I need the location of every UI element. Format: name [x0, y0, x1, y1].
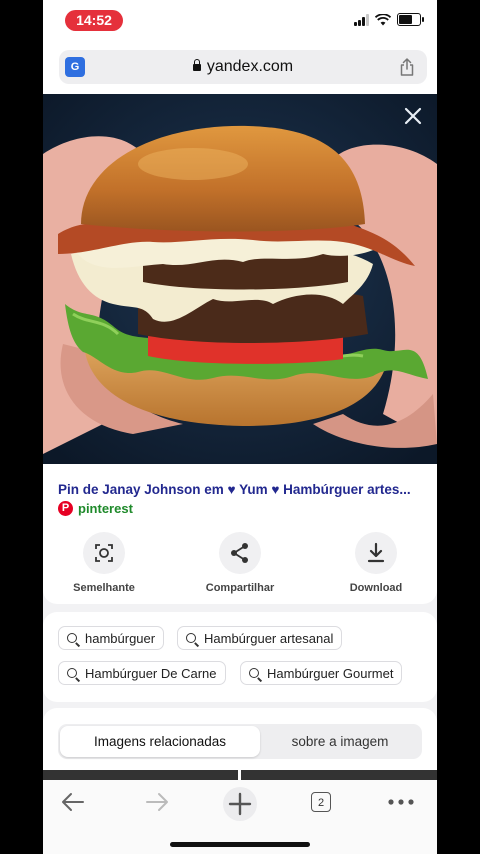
- tab-about-image[interactable]: sobre a imagem: [260, 726, 420, 757]
- home-indicator[interactable]: [170, 842, 310, 847]
- source-name: pinterest: [78, 501, 133, 516]
- wifi-icon: [375, 13, 391, 25]
- image-info-card: Pin de Janay Johnson em ♥ Yum ♥ Hambúrgu…: [43, 464, 437, 604]
- similar-label: Semelhante: [73, 582, 135, 594]
- tabs-button[interactable]: 2: [311, 792, 331, 812]
- search-icon: [67, 668, 77, 678]
- cellular-signal-icon: [354, 13, 369, 26]
- lock-icon: [192, 59, 201, 71]
- related-tags: hambúrguer Hambúrguer artesanal Hambúrgu…: [43, 612, 437, 702]
- back-arrow-icon[interactable]: [55, 788, 91, 816]
- image-source[interactable]: P pinterest: [58, 501, 133, 516]
- hamburger-photo[interactable]: [43, 94, 437, 464]
- tag-chip[interactable]: Hambúrguer artesanal: [177, 626, 343, 650]
- search-icon: [186, 633, 196, 643]
- tag-label: hambúrguer: [85, 631, 156, 646]
- search-icon: [249, 668, 259, 678]
- browser-toolbar: 2: [43, 780, 437, 854]
- address-bar[interactable]: G yandex.com: [59, 50, 427, 84]
- image-title-link[interactable]: Pin de Janay Johnson em ♥ Yum ♥ Hambúrgu…: [58, 482, 426, 497]
- similar-button[interactable]: Semelhante: [54, 532, 154, 594]
- status-time[interactable]: 14:52: [65, 10, 123, 31]
- share-label: Compartilhar: [205, 582, 275, 594]
- status-bar: 14:52: [43, 0, 437, 44]
- browser-url-row: G yandex.com: [43, 44, 437, 94]
- burger-illustration: [43, 94, 437, 464]
- more-options-icon[interactable]: [383, 788, 419, 816]
- image-tabs-section: Imagens relacionadas sobre a imagem: [43, 708, 437, 770]
- pinterest-icon: P: [58, 501, 73, 516]
- tag-label: Hambúrguer De Carne: [85, 666, 217, 681]
- search-icon: [67, 633, 77, 643]
- tag-chip[interactable]: Hambúrguer Gourmet: [240, 661, 403, 685]
- battery-icon: [397, 13, 424, 26]
- forward-arrow-icon[interactable]: [139, 788, 175, 816]
- tag-chip[interactable]: hambúrguer: [58, 626, 165, 650]
- download-icon: [355, 532, 397, 574]
- share-icon: [219, 532, 261, 574]
- share-button[interactable]: Compartilhar: [190, 532, 290, 594]
- tag-label: Hambúrguer Gourmet: [267, 666, 394, 681]
- tag-label: Hambúrguer artesanal: [204, 631, 334, 646]
- close-icon[interactable]: [403, 106, 423, 126]
- url-display[interactable]: yandex.com: [59, 50, 427, 84]
- url-text: yandex.com: [206, 58, 294, 75]
- share-icon[interactable]: [399, 58, 415, 76]
- segmented-control: Imagens relacionadas sobre a imagem: [58, 724, 422, 759]
- new-tab-plus-icon[interactable]: [220, 784, 260, 824]
- download-button[interactable]: Download: [326, 532, 426, 594]
- related-images-preview: [43, 770, 437, 780]
- visual-search-icon: [83, 532, 125, 574]
- tab-related-images[interactable]: Imagens relacionadas: [60, 726, 260, 757]
- tag-chip[interactable]: Hambúrguer De Carne: [58, 661, 226, 685]
- download-label: Download: [349, 582, 403, 594]
- status-icons: [354, 13, 424, 26]
- phone-screen: 14:52 G yandex.com Pin de Janay Johnson …: [43, 0, 437, 854]
